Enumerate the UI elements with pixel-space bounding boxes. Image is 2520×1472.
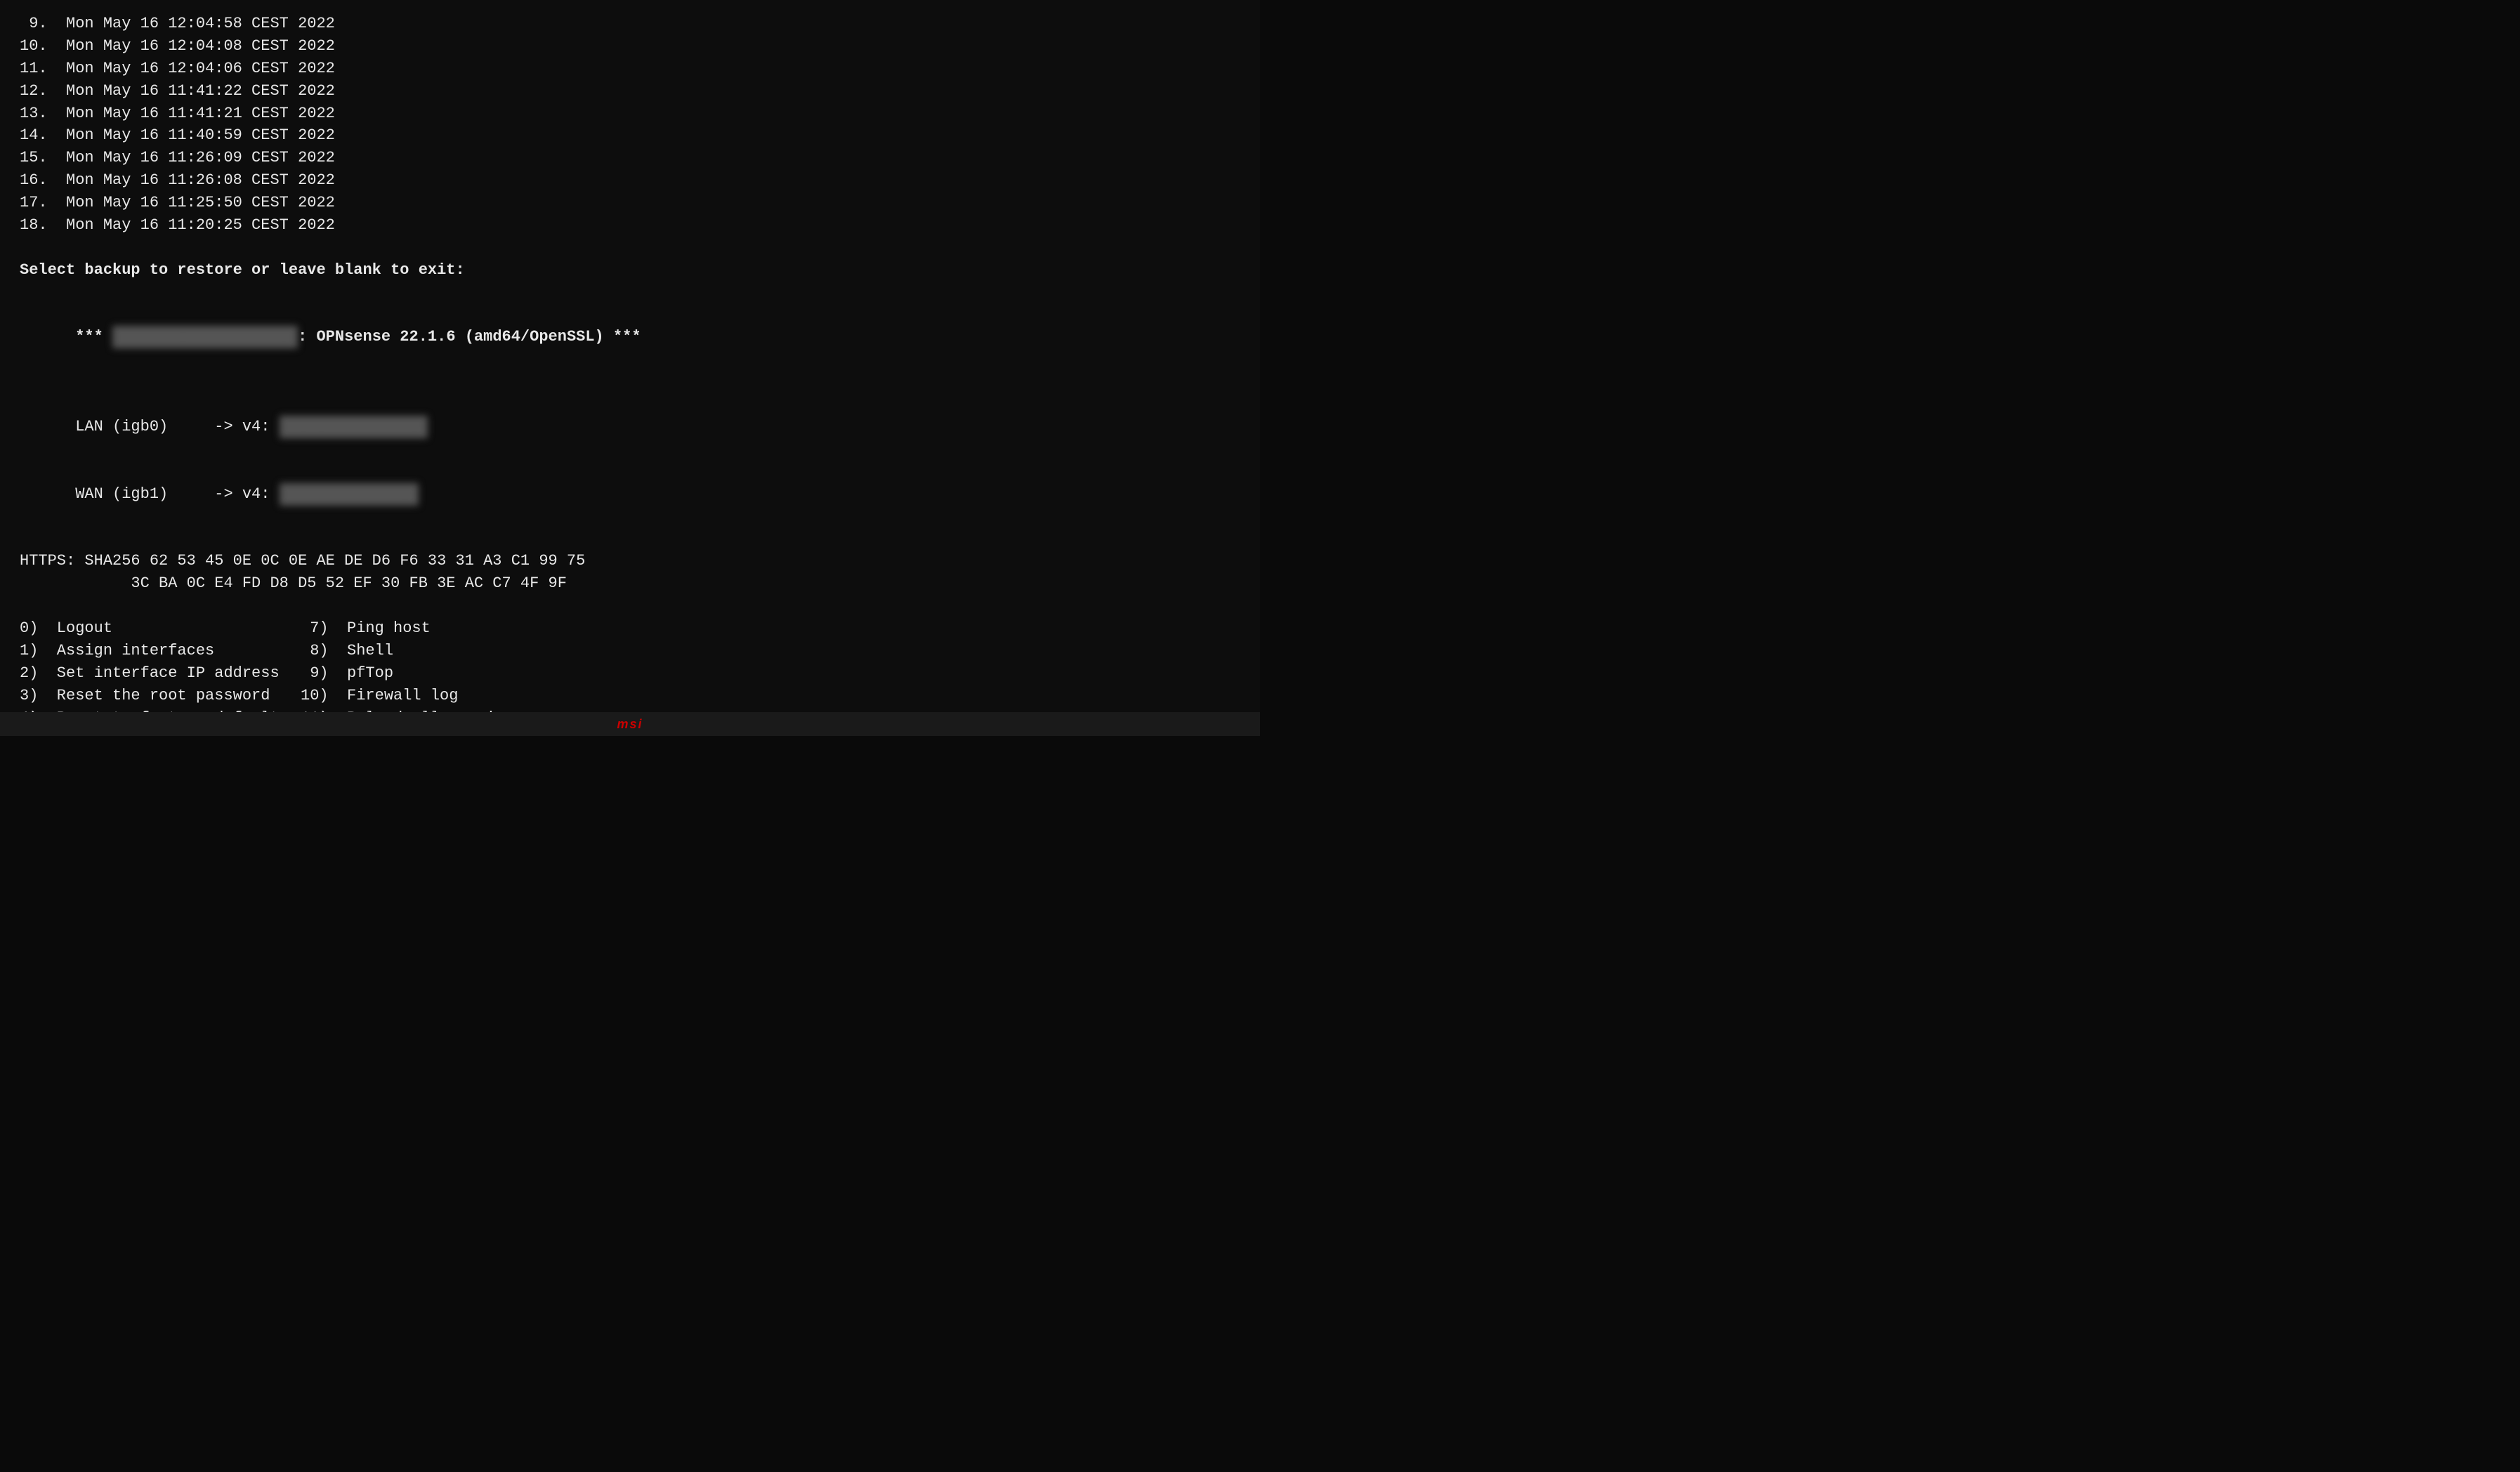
history-line-18: 18. Mon May 16 11:20:25 CEST 2022: [20, 214, 1240, 237]
history-line-10: 10. Mon May 16 12:04:08 CEST 2022: [20, 35, 1240, 58]
menu-item-2: 2) Set interface IP address: [20, 662, 301, 685]
blank-line-1: [20, 237, 1240, 259]
blank-line-4: [20, 527, 1240, 550]
blank-line-3: [20, 371, 1240, 393]
hostname-prefix: ***: [75, 328, 112, 346]
menu-item-8: 8) Shell: [301, 640, 567, 662]
history-line-9: 9. Mon May 16 12:04:58 CEST 2022: [20, 13, 1240, 35]
menu-right: 7) Ping host 8) Shell 9) pfTop 10) Firew…: [301, 617, 567, 712]
hostname-suffix: : OPNsense 22.1.6 (amd64/OpenSSL) ***: [298, 328, 641, 346]
menu-item-10: 10) Firewall log: [301, 685, 567, 707]
history-line-16: 16. Mon May 16 11:26:08 CEST 2022: [20, 169, 1240, 192]
menu-item-1: 1) Assign interfaces: [20, 640, 301, 662]
menu-grid: 0) Logout 1) Assign interfaces 2) Set in…: [20, 617, 1240, 712]
menu-item-0: 0) Logout: [20, 617, 301, 640]
bottom-bar: msi: [0, 712, 1260, 736]
lan-line: LAN (igb0) -> v4: 192.168.xx.xx/24: [20, 393, 1240, 461]
menu-item-7: 7) Ping host: [301, 617, 567, 640]
https-line-2: 3C BA 0C E4 FD D8 D5 52 EF 30 FB 3E AC C…: [20, 572, 1240, 595]
wan-label: WAN (igb1) -> v4:: [75, 485, 279, 503]
history-line-17: 17. Mon May 16 11:25:50 CEST 2022: [20, 192, 1240, 214]
history-line-12: 12. Mon May 16 11:41:22 CEST 2022: [20, 80, 1240, 103]
history-lines: 9. Mon May 16 12:04:58 CEST 2022 10. Mon…: [20, 13, 1240, 237]
monitor-frame: 9. Mon May 16 12:04:58 CEST 2022 10. Mon…: [0, 0, 1260, 736]
menu-item-4: 4) Reset to factory defaults: [20, 707, 301, 712]
lan-label: LAN (igb0) -> v4:: [75, 418, 279, 435]
history-line-14: 14. Mon May 16 11:40:59 CEST 2022: [20, 124, 1240, 147]
history-line-13: 13. Mon May 16 11:41:21 CEST 2022: [20, 103, 1240, 125]
menu-left: 0) Logout 1) Assign interfaces 2) Set in…: [20, 617, 301, 712]
menu-item-9: 9) pfTop: [301, 662, 567, 685]
wan-line: WAN (igb1) -> v4: 203.xx.xx.xx/24: [20, 461, 1240, 528]
blank-line-2: [20, 282, 1240, 304]
menu-item-3: 3) Reset the root password: [20, 685, 301, 707]
wan-ip: 203.xx.xx.xx/24: [280, 483, 419, 506]
history-line-15: 15. Mon May 16 11:26:09 CEST 2022: [20, 147, 1240, 169]
lan-ip: 192.168.xx.xx/24: [280, 416, 428, 438]
history-line-11: 11. Mon May 16 12:04:06 CEST 2022: [20, 58, 1240, 80]
hostname-blurred: Hostname.localdomain: [112, 326, 298, 348]
hostname-line: *** Hostname.localdomain: OPNsense 22.1.…: [20, 304, 1240, 372]
terminal-screen: 9. Mon May 16 12:04:58 CEST 2022 10. Mon…: [0, 0, 1260, 712]
select-prompt: Select backup to restore or leave blank …: [20, 259, 1240, 282]
msi-logo: msi: [617, 717, 643, 732]
blank-line-5: [20, 595, 1240, 617]
menu-item-11: 11) Reload all services: [301, 707, 567, 712]
https-line-1: HTTPS: SHA256 62 53 45 0E 0C 0E AE DE D6…: [20, 550, 1240, 572]
